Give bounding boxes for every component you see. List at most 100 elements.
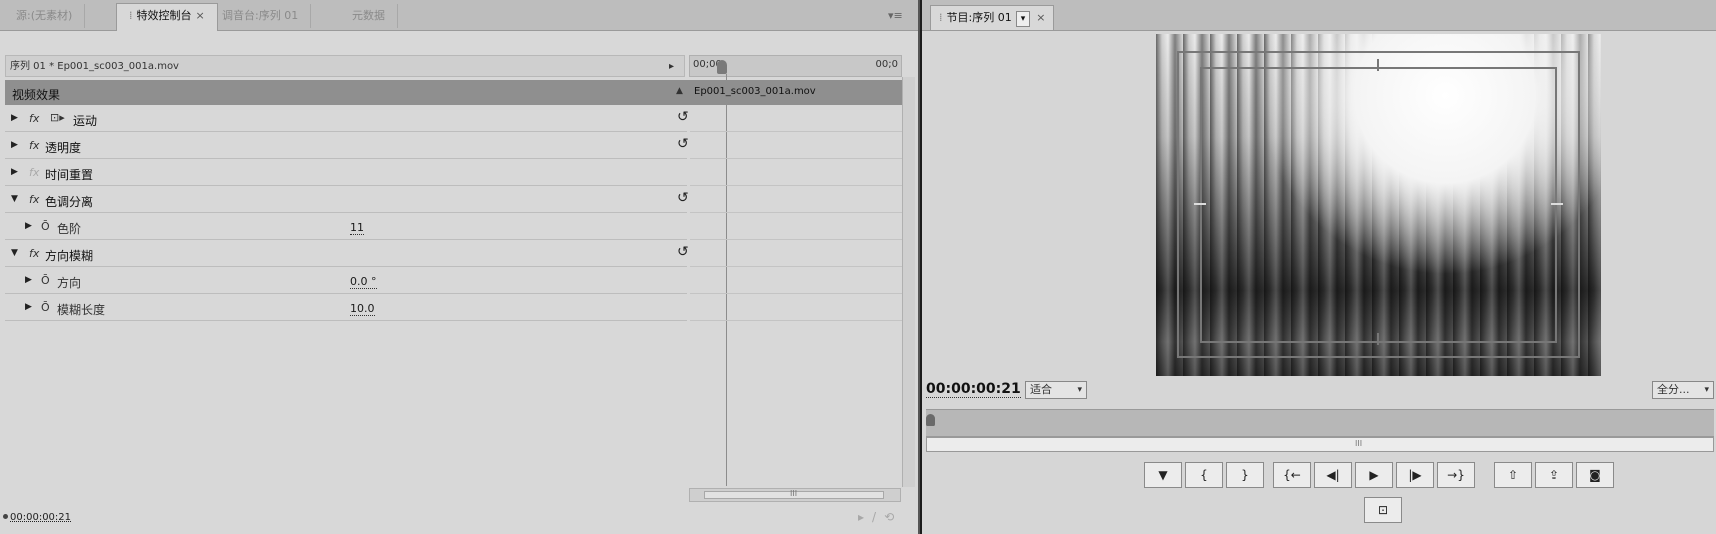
expand-triangle-icon[interactable]: ▶ [11,113,18,123]
chevron-down-icon: ▾ [1077,385,1082,395]
expand-triangle-icon[interactable]: ▶ [11,140,18,150]
add-marker-button[interactable]: ▼ [1144,462,1182,488]
playhead-handle-icon[interactable] [717,60,727,74]
timeline-row [690,160,902,186]
resolution-dropdown[interactable]: 全分... ▾ [1652,381,1714,399]
go-to-out-button[interactable]: →} [1437,462,1475,488]
stopwatch-icon[interactable]: Ō [41,301,50,314]
timeline-row [690,214,902,240]
ruler-end-timecode: 00;0 [875,59,898,70]
playhead-indicator-icon [3,514,8,519]
param-row-blur-length[interactable]: ▶ Ō 模糊长度 10.0 [5,295,687,321]
reset-icon[interactable]: ↺ [677,190,689,206]
param-value-direction[interactable]: 0.0 ° [350,276,377,289]
collapse-up-icon[interactable]: ▲ [676,86,683,96]
loop-icon[interactable]: ⟲ [884,510,902,524]
effect-row-posterize[interactable]: ▼ fx 色调分离 ↺ [5,187,689,213]
tab-source-label: 源:(无素材) [16,9,73,22]
tab-close-icon[interactable]: × [196,9,205,22]
fx-toggle-icon[interactable]: fx [29,139,39,152]
effect-row-time-remapping[interactable]: ▶ fx 时间重置 [5,160,687,186]
expand-triangle-icon[interactable]: ▶ [25,221,32,231]
extract-button[interactable]: ⇪ [1535,462,1573,488]
timeline-row [690,133,902,159]
collapse-triangle-icon[interactable]: ▼ [11,248,18,258]
collapse-triangle-icon[interactable]: ▼ [11,194,18,204]
mark-in-button[interactable]: { [1185,462,1223,488]
safe-tick [1377,59,1379,71]
tab-source[interactable]: 源:(无素材) [4,4,86,28]
scroll-grip-icon: III [1355,439,1363,448]
reset-icon[interactable]: ↺ [677,244,689,260]
effect-row-directional-blur[interactable]: ▼ fx 方向模糊 ↺ [5,241,689,267]
stopwatch-icon[interactable]: Ō [41,220,50,233]
timeline-row [690,187,902,213]
panel-menu-icon[interactable]: ▾≡ [888,9,903,22]
expand-triangle-icon[interactable]: ▶ [25,275,32,285]
reset-icon[interactable]: ↺ [677,109,689,125]
program-zoom-scrollbar[interactable]: III [926,437,1714,452]
playhead-handle-icon[interactable] [926,414,935,426]
timeline-row [690,106,902,132]
stopwatch-icon[interactable]: Ō [41,274,50,287]
effect-row-opacity[interactable]: ▶ fx 透明度 ↺ [5,133,689,159]
tab-audio-mixer[interactable]: 调音台:序列 01 [210,4,312,28]
effect-row-motion[interactable]: ▶ fx ⊡▸ 运动 ↺ [5,106,689,132]
video-effects-label: 视频效果 [12,88,61,102]
sequence-dropdown-icon[interactable]: ▾ [1015,11,1031,27]
timeline-vertical-scrollbar[interactable] [902,77,915,487]
zoom-fit-label: 适合 [1030,383,1052,396]
show-timeline-arrow-icon[interactable]: ▸ [669,56,674,78]
safe-tick [1194,203,1206,205]
effect-name-opacity: 透明度 [45,141,82,155]
timeline-row [690,268,902,294]
fx-toggle-icon[interactable]: fx [29,247,39,260]
expand-triangle-icon[interactable]: ▶ [25,302,32,312]
param-label-blur-length: 模糊长度 [57,303,106,317]
safe-margins-button[interactable]: ⊡ [1364,497,1402,523]
timeline-horizontal-scrollbar[interactable]: III [689,488,901,502]
fx-toggle-icon[interactable]: fx [29,193,39,206]
param-label-direction: 方向 [57,276,82,290]
play-button[interactable]: ▶ [1355,462,1393,488]
scroll-grip-icon: III [790,489,798,498]
param-value-level[interactable]: 11 [350,222,364,235]
tab-metadata[interactable]: 元数据 [340,4,398,28]
safe-tick [1551,203,1563,205]
motion-transform-icon[interactable]: ⊡▸ [50,111,65,124]
left-tab-bar: 源:(无素材) ⁞ 特效控制台 × 调音台:序列 01 元数据 ▾≡ [0,0,918,31]
param-row-direction[interactable]: ▶ Ō 方向 0.0 ° [5,268,687,294]
timeline-row [690,295,902,321]
program-tab-label: 节目:序列 01 [946,11,1012,24]
lift-button[interactable]: ⇧ [1494,462,1532,488]
param-value-blur-length[interactable]: 10.0 [350,303,375,316]
param-label-level: 色阶 [57,222,82,236]
program-mini-timeline[interactable] [926,409,1714,437]
go-to-in-button[interactable]: {← [1273,462,1311,488]
program-timecode[interactable]: 00:00:00:21 [926,381,1021,398]
tab-effect-controls[interactable]: ⁞ 特效控制台 × [116,3,218,31]
export-frame-button[interactable]: ◙ [1576,462,1614,488]
expand-triangle-icon[interactable]: ▶ [11,167,18,177]
chevron-down-icon: ▾ [1704,385,1709,395]
step-forward-button[interactable]: |▶ [1396,462,1434,488]
fx-toggle-icon[interactable]: fx [29,112,39,125]
safe-tick [1377,333,1379,345]
play-audio-icon[interactable]: ▸/ [858,510,884,524]
tab-program-monitor[interactable]: ⁞ 节目:序列 01 ▾ × [930,5,1055,30]
bottom-toolbar: ▸/⟲ [858,510,902,524]
effect-name-directional-blur: 方向模糊 [45,249,94,263]
title-safe-margin [1200,67,1557,343]
resolution-label: 全分... [1657,383,1690,396]
effect-name-time-remapping: 时间重置 [45,168,94,182]
zoom-fit-dropdown[interactable]: 适合 ▾ [1025,381,1087,399]
tab-audio-mixer-label: 调音台:序列 01 [222,9,299,22]
mark-out-button[interactable]: } [1226,462,1264,488]
param-row-level[interactable]: ▶ Ō 色阶 11 [5,214,687,240]
clip-path-label: 序列 01 * Ep001_sc003_001a.mov [10,61,179,72]
reset-icon[interactable]: ↺ [677,136,689,152]
step-back-button[interactable]: ◀| [1314,462,1352,488]
tab-close-icon[interactable]: × [1036,11,1045,24]
fx-toggle-icon: fx [29,166,40,179]
current-timecode[interactable]: 00:00:00:21 [10,512,71,523]
